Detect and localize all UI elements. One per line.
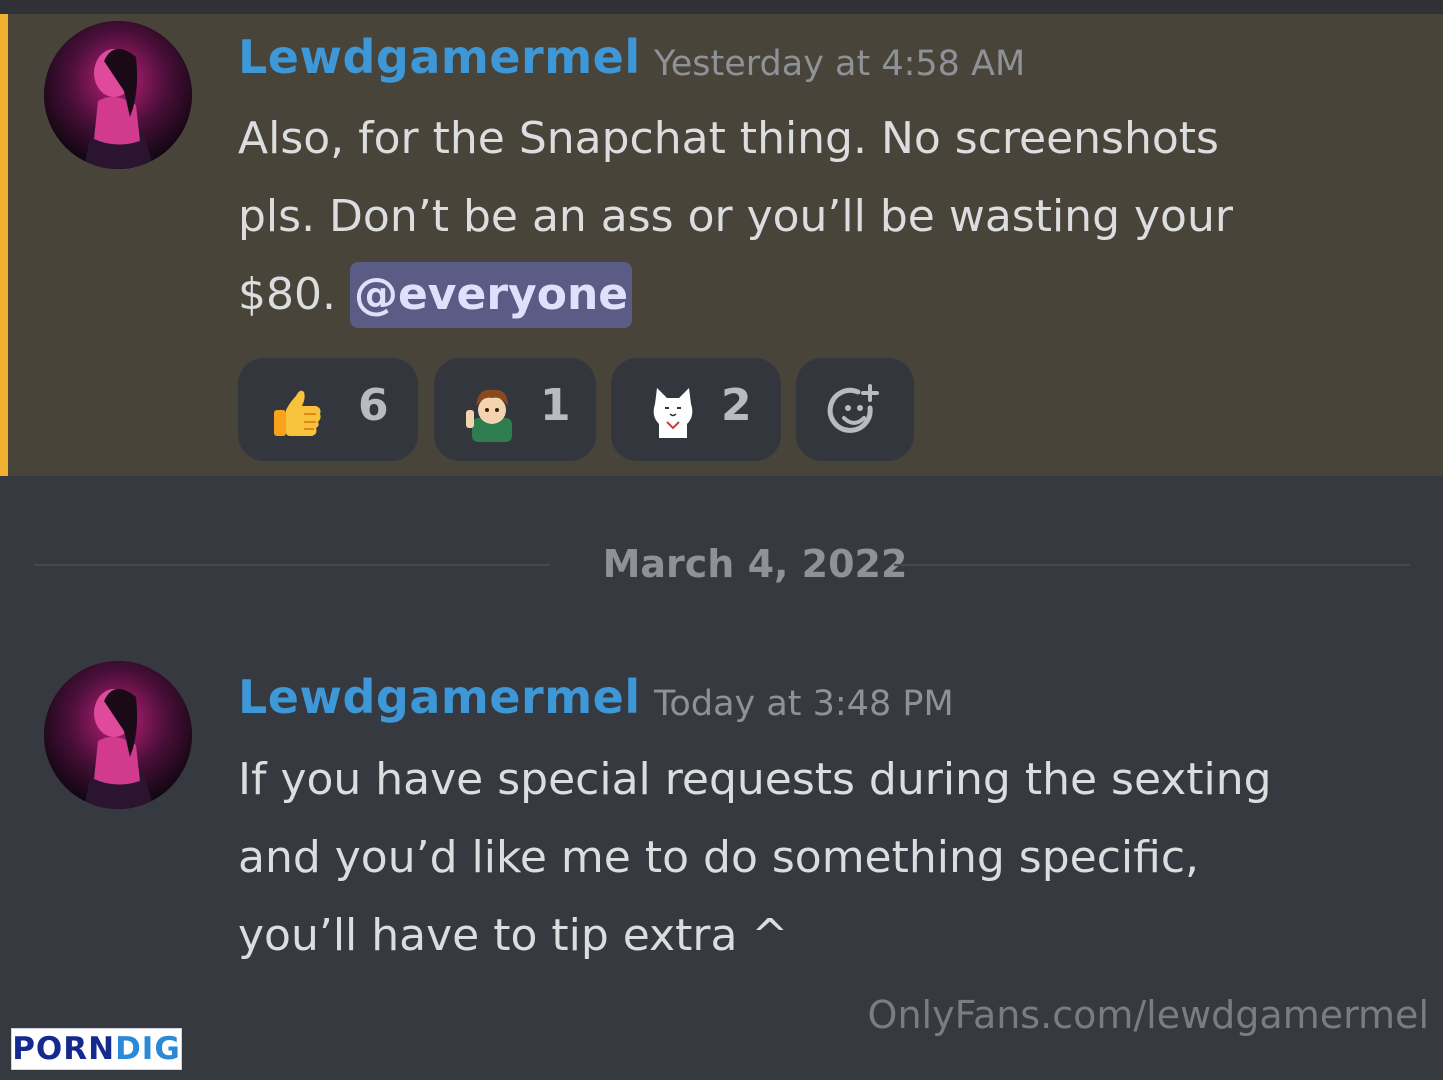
reaction-count: 1 (540, 380, 571, 431)
anime-boy-emoji-icon (462, 382, 522, 442)
white-cat-emoji-icon (643, 382, 703, 442)
reaction-count: 6 (358, 380, 389, 431)
message-line: Also, for the Snapchat thing. No screens… (238, 113, 1219, 164)
reaction-count: 2 (721, 380, 752, 431)
message-author[interactable]: Lewdgamermel (238, 670, 641, 724)
top-strip (0, 0, 1443, 14)
divider-date: March 4, 2022 (602, 542, 908, 586)
divider-line-right (894, 564, 1410, 566)
add-reaction-button[interactable] (796, 358, 914, 461)
thumbs-up-emoji-icon (266, 382, 326, 442)
message-line: you’ll have to tip extra ^ (238, 910, 789, 961)
user-avatar[interactable] (44, 661, 192, 809)
message-timestamp: Today at 3:48 PM (654, 684, 954, 724)
message-line-with-mention: $80. @everyone (238, 256, 1233, 334)
message-content: If you have special requests during the … (238, 741, 1272, 975)
message-line: $80. (238, 269, 336, 320)
user-avatar[interactable] (44, 21, 192, 169)
watermark-text: OnlyFans.com/lewdgamermel (867, 993, 1429, 1037)
divider-line-left (34, 564, 550, 566)
message-content: Also, for the Snapchat thing. No screens… (238, 100, 1233, 334)
mention-accent-bar (0, 14, 8, 476)
site-badge-part2: DIG (115, 1031, 181, 1067)
message-author[interactable]: Lewdgamermel (238, 30, 641, 84)
reaction-thumbs-up[interactable]: 6 (238, 358, 418, 461)
site-badge-part1: PORN (12, 1031, 116, 1067)
message-line: If you have special requests during the … (238, 754, 1272, 805)
message-line: pls. Don’t be an ass or you’ll be wastin… (238, 191, 1233, 242)
reaction-custom-cat[interactable]: 2 (611, 358, 781, 461)
date-divider: March 4, 2022 (34, 540, 1410, 590)
mention-everyone[interactable]: @everyone (349, 262, 633, 328)
add-reaction-icon (826, 382, 886, 442)
reaction-bar: 6 1 2 (238, 358, 918, 461)
reaction-custom-anime[interactable]: 1 (434, 358, 596, 461)
message-timestamp: Yesterday at 4:58 AM (654, 44, 1026, 84)
site-badge-logo: PORNDIG (11, 1028, 182, 1070)
message-line: and you’d like me to do something specif… (238, 832, 1200, 883)
